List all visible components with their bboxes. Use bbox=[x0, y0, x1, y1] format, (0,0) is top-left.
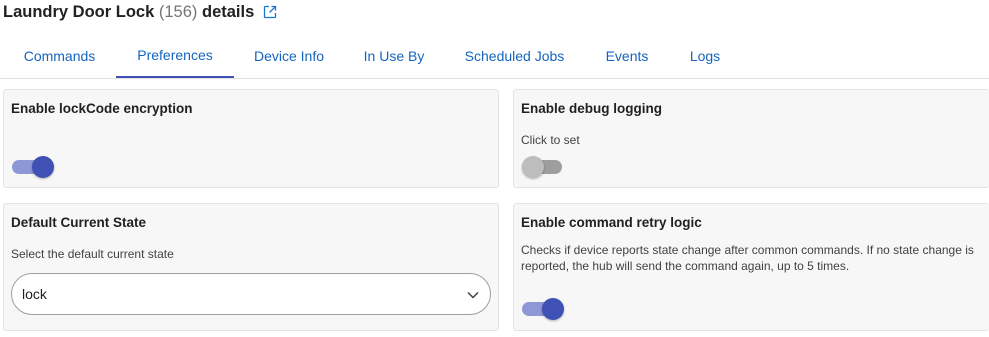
tab-scheduled-jobs[interactable]: Scheduled Jobs bbox=[444, 34, 585, 78]
device-details-page: Laundry Door Lock (156) details Commands… bbox=[0, 0, 989, 337]
pref-card-debug-logging: Enable debug logging Click to set bbox=[513, 89, 989, 188]
default-state-title: Default Current State bbox=[11, 215, 147, 230]
page-header: Laundry Door Lock (156) details bbox=[3, 0, 278, 24]
debug-logging-toggle[interactable] bbox=[522, 155, 566, 179]
pref-card-lockcode-encryption: Enable lockCode encryption bbox=[3, 89, 499, 188]
tab-commands[interactable]: Commands bbox=[3, 34, 116, 78]
pref-card-default-state: Default Current State Select the default… bbox=[3, 203, 499, 331]
device-id: (156) bbox=[158, 2, 198, 21]
command-retry-toggle[interactable] bbox=[522, 297, 566, 321]
title-suffix: details bbox=[201, 2, 255, 21]
tab-logs[interactable]: Logs bbox=[669, 34, 741, 78]
device-name: Laundry Door Lock bbox=[3, 2, 155, 21]
tab-bar: Commands Preferences Device Info In Use … bbox=[0, 34, 989, 79]
default-state-hint: Select the default current state bbox=[11, 247, 174, 261]
toggle-thumb bbox=[32, 156, 54, 178]
pref-card-command-retry: Enable command retry logic Checks if dev… bbox=[513, 203, 989, 331]
default-state-value: lock bbox=[22, 286, 47, 302]
tab-in-use-by[interactable]: In Use By bbox=[344, 34, 444, 78]
chevron-down-icon bbox=[465, 287, 481, 303]
debug-logging-title: Enable debug logging bbox=[521, 101, 662, 116]
toggle-thumb bbox=[522, 156, 544, 178]
debug-logging-hint: Click to set bbox=[521, 133, 580, 147]
page-title: Laundry Door Lock (156) details bbox=[3, 3, 254, 22]
lockcode-encryption-toggle[interactable] bbox=[12, 155, 56, 179]
tab-device-info[interactable]: Device Info bbox=[234, 34, 344, 78]
toggle-thumb bbox=[542, 298, 564, 320]
tab-preferences[interactable]: Preferences bbox=[116, 34, 234, 78]
lockcode-encryption-title: Enable lockCode encryption bbox=[11, 101, 193, 116]
command-retry-description-line1: Checks if device reports state change af… bbox=[521, 243, 974, 257]
command-retry-description-line2: reported, the hub will send the command … bbox=[521, 259, 850, 273]
external-link-icon[interactable] bbox=[262, 4, 278, 20]
default-state-select[interactable]: lock bbox=[11, 273, 491, 315]
command-retry-title: Enable command retry logic bbox=[521, 215, 702, 230]
tab-events[interactable]: Events bbox=[585, 34, 669, 78]
